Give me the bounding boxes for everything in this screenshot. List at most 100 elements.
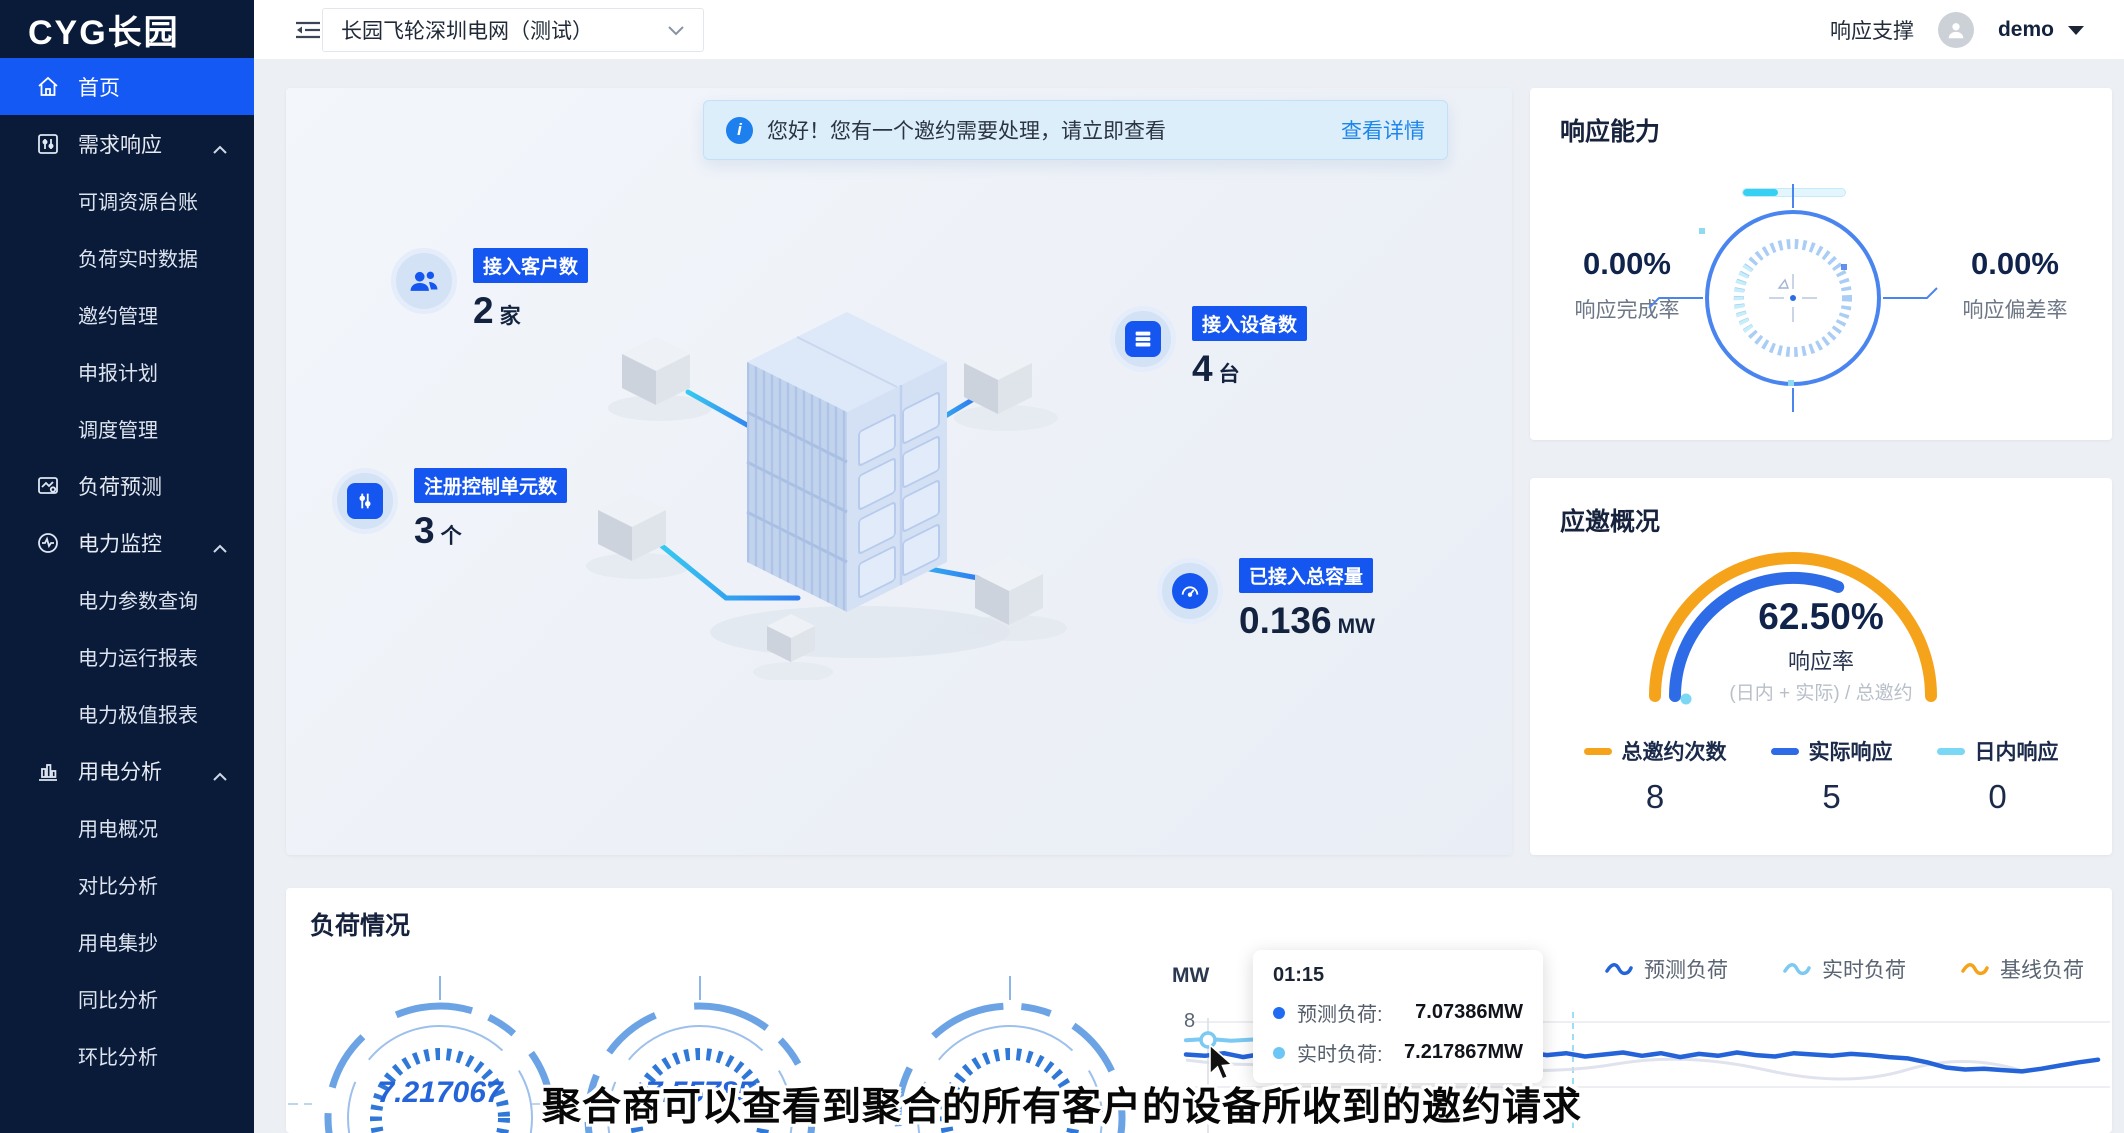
stat-label: 接入设备数 xyxy=(1192,306,1307,341)
cube xyxy=(975,557,1043,625)
sidebar-item-realtime-load-data[interactable]: 负荷实时数据 xyxy=(0,229,254,286)
cube xyxy=(598,493,666,561)
chart-tooltip: 01:15 预测负荷: 7.07386MW 实时负荷: 7.217867MW xyxy=(1253,950,1543,1083)
legend-total-invitations[interactable]: 总邀约次数 8 xyxy=(1584,736,1727,816)
sidebar-item-declaration-plan[interactable]: 申报计划 xyxy=(0,343,254,400)
tooltip-row-realtime: 实时负荷: 7.217867MW xyxy=(1273,1038,1523,1067)
sidebar-item-power-usage-analysis[interactable]: 用电分析 xyxy=(0,742,254,799)
invitation-overview-panel: 应邀概况 62.50% 响应率 (日内 + 实际) / 总邀约 总邀约次数 8 … xyxy=(1530,478,2112,855)
sidebar-item-invitation-management[interactable]: 邀约管理 xyxy=(0,286,254,343)
invitation-legend: 总邀约次数 8 实际响应 5 日内响应 0 xyxy=(1530,736,2112,816)
chevron-up-icon[interactable] xyxy=(212,764,228,788)
sidebar-item-comparison-analysis[interactable]: 对比分析 xyxy=(0,856,254,913)
load-chart-legend: 预测负荷 实时负荷 基线负荷 xyxy=(1604,954,2084,984)
legend-value: 5 xyxy=(1771,778,1893,816)
view-details-link[interactable]: 查看详情 xyxy=(1341,115,1425,145)
notification-banner: i 您好！您有一个邀约需要处理，请立即查看 查看详情 xyxy=(703,100,1448,160)
chevron-down-icon xyxy=(667,18,685,42)
stat-value: 4 xyxy=(1192,348,1213,389)
wave-icon xyxy=(1960,961,1990,977)
legend-forecast-load[interactable]: 预测负荷 xyxy=(1604,954,1728,984)
legend-realtime-load[interactable]: 实时负荷 xyxy=(1782,954,1906,984)
brand-logo: CYG长园 xyxy=(0,0,254,58)
chevron-up-icon[interactable] xyxy=(212,137,228,161)
stat-value: 3 xyxy=(414,510,435,551)
topbar: 长园飞轮深圳电网（测试） 响应支撑 demo xyxy=(254,0,2124,60)
stat-connected-devices: 接入设备数 4台 xyxy=(1110,306,1307,390)
y-axis-unit: MW xyxy=(1172,964,1209,988)
cube xyxy=(964,346,1032,414)
stat-unit: 家 xyxy=(500,305,521,328)
stat-unit: 个 xyxy=(441,525,462,548)
sidebar-item-meter-reading[interactable]: 用电集抄 xyxy=(0,913,254,970)
sidebar-item-home[interactable]: 首页 xyxy=(0,58,254,115)
forecast-chart-icon xyxy=(36,473,62,499)
stat-total-connected-capacity: 已接入总容量 0.136 MW xyxy=(1157,558,1375,642)
org-selector[interactable]: 长园飞轮深圳电网（测试） xyxy=(322,8,704,52)
stat-unit: MW xyxy=(1338,615,1375,638)
mouse-cursor xyxy=(1208,1044,1238,1086)
support-link[interactable]: 响应支撑 xyxy=(1830,15,1914,45)
avatar[interactable] xyxy=(1938,12,1974,48)
sidebar-item-adjustable-resources[interactable]: 可调资源台账 xyxy=(0,172,254,229)
legend-swatch xyxy=(1584,748,1612,755)
stat-label: 接入客户数 xyxy=(473,248,588,283)
sidebar-item-power-parameter-query[interactable]: 电力参数查询 xyxy=(0,571,254,628)
deviation-rate-stat: 0.00% 响应偏差率 xyxy=(1930,246,2100,324)
sidebar-item-load-forecast[interactable]: 负荷预测 xyxy=(0,457,254,514)
username[interactable]: demo xyxy=(1998,18,2054,42)
legend-intraday-response[interactable]: 日内响应 0 xyxy=(1937,736,2059,816)
sidebar: CYG长园 首页 需求响应 可调资源台账 负荷实时数据 邀约管理 申报计划 调度… xyxy=(0,0,254,1133)
sidebar-item-power-extreme-report[interactable]: 电力极值报表 xyxy=(0,685,254,742)
tooltip-time: 01:15 xyxy=(1273,964,1523,987)
control-sliders-icon xyxy=(332,468,398,534)
wave-icon xyxy=(1604,961,1634,977)
monitor-pulse-icon xyxy=(36,530,62,556)
cube xyxy=(622,337,690,405)
response-rate-formula: (日内 + 实际) / 总邀约 xyxy=(1530,678,2112,705)
tooltip-row-forecast: 预测负荷: 7.07386MW xyxy=(1273,998,1523,1027)
stat-registered-control-units: 注册控制单元数 3个 xyxy=(332,468,567,552)
y-axis-tick: 8 xyxy=(1184,1010,1195,1033)
legend-value: 0 xyxy=(1937,778,2059,816)
series-dot-icon xyxy=(1273,1007,1285,1019)
user-menu-caret-icon[interactable] xyxy=(2068,26,2084,35)
server-network-illustration xyxy=(560,280,1140,680)
sidebar-item-power-operation-report[interactable]: 电力运行报表 xyxy=(0,628,254,685)
stat-value: 0.136 xyxy=(1239,600,1332,641)
sidebar-item-power-monitoring[interactable]: 电力监控 xyxy=(0,514,254,571)
legend-value: 8 xyxy=(1584,778,1727,816)
stat-label: 注册控制单元数 xyxy=(414,468,567,503)
response-rate-value: 62.50% xyxy=(1530,596,2112,638)
notification-message: 您好！您有一个邀约需要处理，请立即查看 xyxy=(767,115,1166,145)
stat-connected-customers: 接入客户数 2家 xyxy=(391,248,588,332)
sidebar-item-dispatch-management[interactable]: 调度管理 xyxy=(0,400,254,457)
bar-chart-icon xyxy=(36,758,62,784)
legend-actual-response[interactable]: 实际响应 5 xyxy=(1771,736,1893,816)
legend-swatch xyxy=(1771,748,1799,755)
server-rack-icon xyxy=(1110,306,1176,372)
legend-baseline-load[interactable]: 基线负荷 xyxy=(1960,954,2084,984)
response-rate-label: 响应率 xyxy=(1530,644,2112,676)
home-icon xyxy=(36,74,62,100)
sidebar-item-yoy-analysis[interactable]: 同比分析 xyxy=(0,970,254,1027)
series-dot-icon xyxy=(1273,1047,1285,1059)
legend-swatch xyxy=(1937,748,1965,755)
stat-unit: 台 xyxy=(1219,363,1240,386)
topbar-right: 响应支撑 demo xyxy=(1830,0,2084,60)
sidebar-item-usage-overview[interactable]: 用电概况 xyxy=(0,799,254,856)
radar-gauge xyxy=(1643,168,1943,428)
sidebar-item-demand-response[interactable]: 需求响应 xyxy=(0,115,254,172)
wave-icon xyxy=(1782,961,1812,977)
chevron-up-icon[interactable] xyxy=(212,536,228,560)
info-icon: i xyxy=(726,117,753,144)
response-capability-panel: 响应能力 0.00% 响应完成率 0.00% 响应偏差率 xyxy=(1530,88,2112,440)
stat-label: 已接入总容量 xyxy=(1239,558,1373,593)
menu-fold-icon[interactable] xyxy=(294,18,322,47)
stat-value: 2 xyxy=(473,290,494,331)
sliders-icon xyxy=(36,131,62,157)
speedometer-icon xyxy=(1157,558,1223,624)
panel-title: 响应能力 xyxy=(1560,112,1660,148)
video-caption: 聚合商可以查看到聚合的所有客户的设备所收到的邀约请求 xyxy=(0,1076,2124,1132)
users-icon xyxy=(391,248,457,314)
